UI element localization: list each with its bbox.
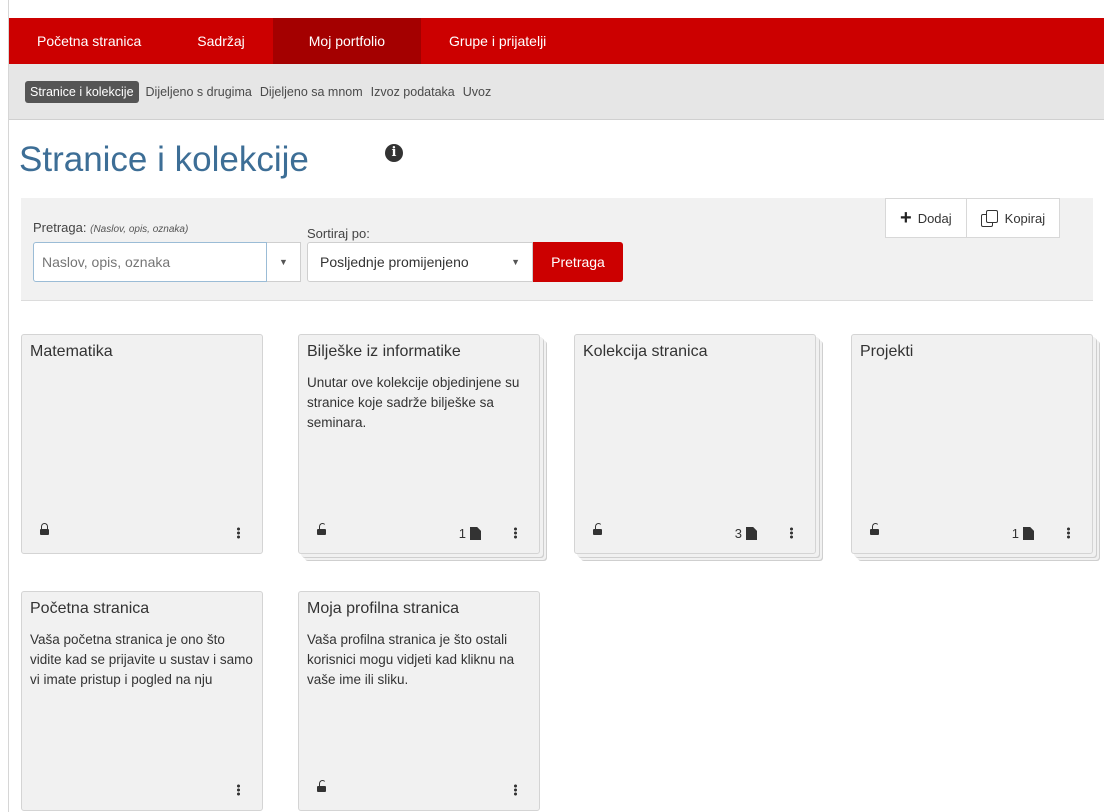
unlock-icon xyxy=(593,523,602,535)
kebab-icon[interactable] xyxy=(237,527,240,539)
main-nav: Početna stranica Sadržaj Moj portfolio G… xyxy=(9,18,1104,64)
subnav-pages-collections[interactable]: Stranice i kolekcije xyxy=(25,80,139,103)
search-scope-dropdown[interactable]: ▼ xyxy=(267,242,301,282)
nav-content[interactable]: Sadržaj xyxy=(169,18,272,64)
sort-select[interactable]: Posljednje promijenjeno ▼ xyxy=(307,242,533,282)
unlock-icon xyxy=(317,780,326,792)
page-count: 1 xyxy=(459,526,481,541)
card-title: Početna stranica xyxy=(30,600,150,617)
add-button[interactable]: + Dodaj xyxy=(886,199,966,237)
card-description: Vaša početna stranica je ono što vidite … xyxy=(30,632,253,687)
sort-label: Sortiraj po: xyxy=(307,226,370,241)
nav-home[interactable]: Početna stranica xyxy=(9,18,169,64)
card-profilna[interactable]: Moja profilna stranica Vaša profilna str… xyxy=(298,591,540,811)
search-label-text: Pretraga: xyxy=(33,220,87,235)
subnav-shared-by-me[interactable]: Dijeljeno s drugima xyxy=(146,85,252,99)
copy-button[interactable]: Kopiraj xyxy=(965,199,1059,237)
search-input[interactable] xyxy=(33,242,267,282)
kebab-icon[interactable] xyxy=(790,527,793,539)
page-count-value: 1 xyxy=(458,526,466,541)
page-icon xyxy=(470,527,481,540)
subnav-import[interactable]: Uvoz xyxy=(463,85,491,99)
copy-label: Kopiraj xyxy=(1004,210,1046,226)
search-hint: (Naslov, opis, oznaka) xyxy=(90,224,189,235)
card-kolekcija[interactable]: Kolekcija stranica 3 xyxy=(574,334,816,554)
kebab-icon[interactable] xyxy=(237,784,240,796)
copy-icon xyxy=(980,210,998,227)
page-count-value: 1 xyxy=(1011,526,1019,541)
card-title: Matematika xyxy=(30,343,113,360)
app-frame: Početna stranica Sadržaj Moj portfolio G… xyxy=(8,0,1104,812)
subnav-shared-with-me[interactable]: Dijeljeno sa mnom xyxy=(260,85,363,99)
search-label: Pretraga: (Naslov, opis, oznaka) xyxy=(33,220,188,235)
page-icon xyxy=(1023,527,1034,540)
plus-icon: + xyxy=(900,206,912,229)
kebab-icon[interactable] xyxy=(514,784,517,796)
card-title: Projekti xyxy=(860,343,914,360)
nav-groups[interactable]: Grupe i prijatelji xyxy=(421,18,574,64)
pages-icon xyxy=(746,527,757,540)
sort-value: Posljednje promijenjeno xyxy=(320,254,469,270)
page-actions: + Dodaj Kopiraj xyxy=(885,198,1061,238)
page-count-value: 3 xyxy=(734,526,742,541)
kebab-icon[interactable] xyxy=(1067,527,1070,539)
chevron-down-icon: ▼ xyxy=(279,257,288,267)
page-title: Stranice i kolekcije xyxy=(19,140,309,179)
card-pocetna[interactable]: Početna stranica Vaša početna stranica j… xyxy=(21,591,263,811)
add-label: Dodaj xyxy=(917,210,952,226)
search-button[interactable]: Pretraga xyxy=(533,242,623,282)
card-title: Kolekcija stranica xyxy=(583,343,708,360)
card-description: Unutar ove kolekcije objedinjene su stra… xyxy=(307,375,520,430)
card-biljeske[interactable]: Bilješke iz informatike Unutar ove kolek… xyxy=(298,334,540,554)
sub-nav: Stranice i kolekcije Dijeljeno s drugima… xyxy=(9,64,1104,120)
subnav-export[interactable]: Izvoz podataka xyxy=(371,85,455,99)
unlock-icon xyxy=(870,523,879,535)
nav-portfolio[interactable]: Moj portfolio xyxy=(272,18,422,64)
page-count: 3 xyxy=(735,526,757,541)
card-description: Vaša profilna stranica je što ostali kor… xyxy=(307,632,515,687)
card-projekti[interactable]: Projekti 1 xyxy=(851,334,1093,554)
card-title: Moja profilna stranica xyxy=(307,600,460,617)
card-matematika[interactable]: Matematika xyxy=(21,334,263,554)
unlock-icon xyxy=(317,523,326,535)
lock-icon xyxy=(40,523,49,535)
chevron-down-icon: ▼ xyxy=(511,257,520,267)
card-title: Bilješke iz informatike xyxy=(307,343,461,360)
kebab-icon[interactable] xyxy=(514,527,517,539)
info-icon[interactable]: i xyxy=(385,144,403,162)
page-count: 1 xyxy=(1012,526,1034,541)
